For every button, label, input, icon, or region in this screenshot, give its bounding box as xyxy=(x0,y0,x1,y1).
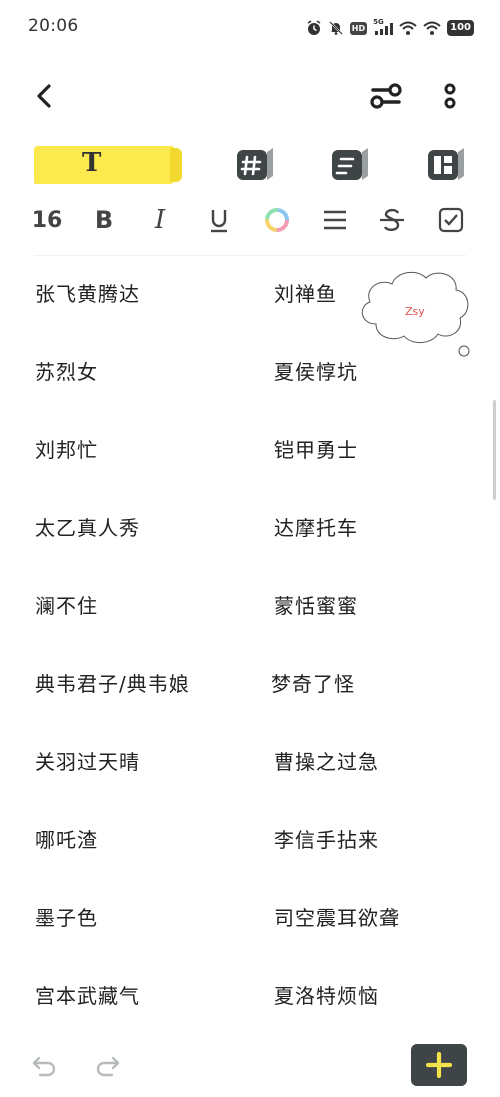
color-wheel-icon xyxy=(265,208,289,232)
text-mode-highlight-edge xyxy=(170,148,182,182)
list-item-left: 墨子色 xyxy=(35,906,98,930)
list-mode-button[interactable] xyxy=(331,146,371,182)
back-button[interactable] xyxy=(28,80,60,112)
toolbar-divider xyxy=(34,255,466,256)
redo-icon xyxy=(96,1056,120,1077)
wifi-icon xyxy=(399,21,417,35)
checklist-button[interactable] xyxy=(437,204,465,236)
chevron-left-icon xyxy=(37,84,51,108)
align-justify-icon xyxy=(324,210,346,230)
list-item-left: 哪吒渣 xyxy=(35,828,98,852)
strikethrough-icon xyxy=(380,208,404,231)
align-button[interactable] xyxy=(322,204,348,236)
alarm-icon xyxy=(307,20,321,35)
list-row: 关羽过天晴 曹操之过急 xyxy=(0,732,500,792)
editor-mode-row: T xyxy=(0,140,500,188)
wifi-icon-2 xyxy=(423,21,441,35)
list-item-left: 典韦君子/典韦娘 xyxy=(35,672,190,696)
strikethrough-button[interactable] xyxy=(379,204,405,236)
status-icons: HD 5G 100 xyxy=(306,18,474,38)
battery-icon: 100 xyxy=(447,20,474,36)
more-options-button[interactable] xyxy=(435,80,465,112)
font-size-button[interactable]: 16 xyxy=(32,204,63,236)
format-toolbar: 16 B I xyxy=(0,200,500,240)
list-item-right: 刘禅鱼 xyxy=(274,282,337,306)
text-mode-button[interactable]: T xyxy=(34,146,184,184)
list-row: 宫本武藏气 夏洛特烦恼 xyxy=(0,966,500,1026)
add-button[interactable] xyxy=(411,1044,467,1086)
list-item-right: 达摩托车 xyxy=(274,516,358,540)
text-mode-highlight xyxy=(34,146,174,184)
list-item-right: 李信手拈来 xyxy=(274,828,379,852)
sliders-icon xyxy=(370,83,402,109)
list-row: 刘邦忙 铠甲勇士 xyxy=(0,420,500,480)
bold-button[interactable]: B xyxy=(92,204,116,236)
list-item-right: 铠甲勇士 xyxy=(274,438,358,462)
text-mode-label: T xyxy=(82,148,102,178)
list-row: 澜不住 蒙恬蜜蜜 xyxy=(0,576,500,636)
list-item-right: 夏洛特烦恼 xyxy=(274,984,379,1008)
list-item-right: 蒙恬蜜蜜 xyxy=(274,594,358,618)
hashtag-icon xyxy=(237,148,273,180)
underline-button[interactable] xyxy=(207,204,231,236)
list-item-right: 曹操之过急 xyxy=(274,750,379,774)
italic-button[interactable]: I xyxy=(150,204,170,236)
list-item-left: 刘邦忙 xyxy=(35,438,98,462)
undo-button[interactable] xyxy=(30,1050,60,1080)
underline-icon xyxy=(211,210,227,233)
list-item-right: 梦奇了怪 xyxy=(271,672,355,696)
undo-icon xyxy=(32,1056,56,1077)
list-row: 墨子色 司空震耳欲聋 xyxy=(0,888,500,948)
list-item-right: 夏侯惇坑 xyxy=(274,360,358,384)
list-row: 典韦君子/典韦娘 梦奇了怪 xyxy=(0,654,500,714)
checkbox-icon xyxy=(438,207,464,233)
plus-icon xyxy=(426,1052,452,1078)
status-bar: 20:06 HD 5G 100 xyxy=(0,0,500,56)
scrollbar[interactable] xyxy=(493,400,496,500)
list-row: 太乙真人秀 达摩托车 xyxy=(0,498,500,558)
hd-badge: HD xyxy=(349,21,368,35)
signal-5g-icon: 5G xyxy=(373,18,394,36)
mute-bell-icon xyxy=(329,21,343,35)
layout-mode-button[interactable] xyxy=(427,146,467,182)
bottom-bar xyxy=(0,1040,500,1090)
list-item-right: 司空震耳欲聋 xyxy=(274,906,400,930)
more-vertical-icon xyxy=(444,83,456,109)
layout-grid-icon xyxy=(428,148,464,180)
list-item-left: 张飞黄腾达 xyxy=(35,282,140,306)
redo-button[interactable] xyxy=(92,1050,122,1080)
list-item-left: 关羽过天晴 xyxy=(35,750,140,774)
bubble-text: Zsy xyxy=(405,305,425,318)
filter-button[interactable] xyxy=(368,80,404,112)
text-block-icon xyxy=(332,148,368,180)
list-item-left: 宫本武藏气 xyxy=(35,984,140,1008)
list-item-left: 澜不住 xyxy=(35,594,98,618)
top-bar xyxy=(0,70,500,120)
list-item-left: 苏烈女 xyxy=(35,360,98,384)
list-item-left: 太乙真人秀 xyxy=(35,516,140,540)
tag-mode-button[interactable] xyxy=(236,146,276,182)
list-row: 哪吒渣 李信手拈来 xyxy=(0,810,500,870)
text-color-button[interactable] xyxy=(263,204,291,236)
status-time: 20:06 xyxy=(28,16,79,36)
